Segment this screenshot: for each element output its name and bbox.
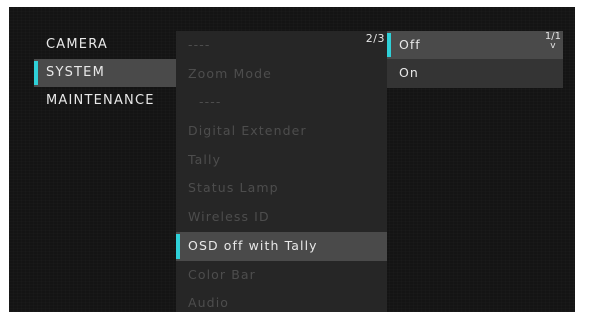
menu-item-camera[interactable]: CAMERA [34,31,176,59]
submenu-item-audio: Audio [188,295,230,311]
submenu-item-status-lamp: Status Lamp [188,180,279,196]
main-menu: CAMERA SYSTEM MAINTENANCE [34,31,176,115]
option-on[interactable]: On [387,59,563,87]
osd-menu-screen: CAMERA SYSTEM MAINTENANCE 2/3 ---- Zoom … [9,7,575,312]
submenu-item-color-bar: Color Bar [188,266,256,282]
option-list: Off On 1/1 v [387,31,563,88]
option-off[interactable]: Off [387,31,563,59]
submenu-item-zoom-mode: Zoom Mode [188,65,272,81]
option-page-indicator: 1/1 v [545,32,561,51]
submenu-item-osd-off-with-tally[interactable]: OSD off with Tally [176,231,387,261]
submenu-item-digital-extender: Digital Extender [188,123,307,139]
submenu-item-tally: Tally [188,151,222,167]
submenu-separator: ---- [188,37,211,52]
menu-item-system[interactable]: SYSTEM [34,59,176,87]
submenu-separator: ---- [199,94,222,110]
chevron-down-icon: v [550,41,556,51]
system-submenu: 2/3 ---- Zoom Mode ---- Digital Extender… [176,31,387,312]
menu-item-maintenance[interactable]: MAINTENANCE [34,87,176,115]
submenu-item-wireless-id: Wireless ID [188,209,270,225]
